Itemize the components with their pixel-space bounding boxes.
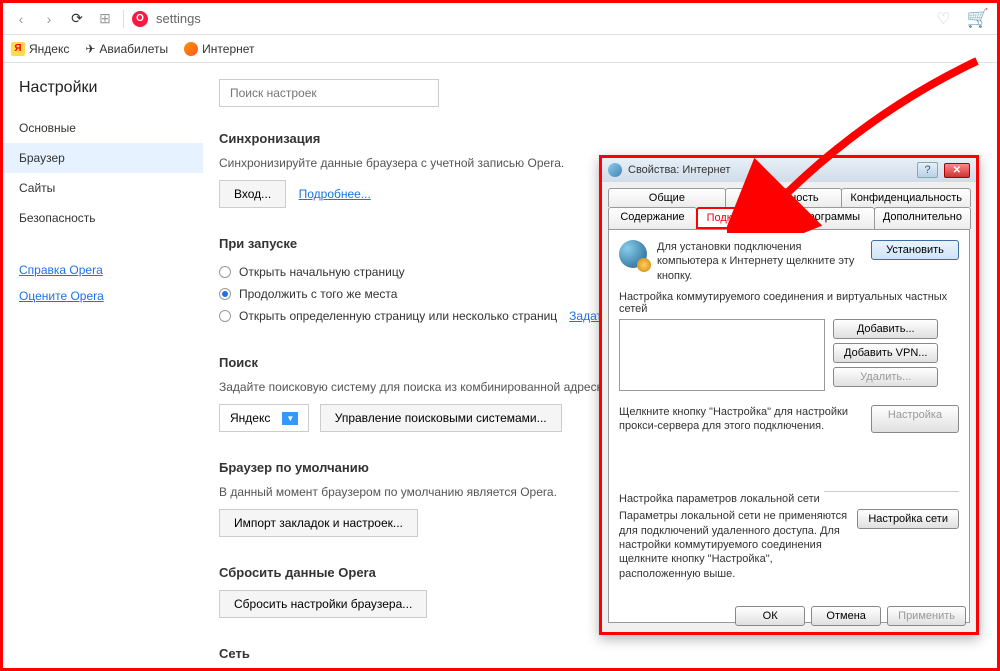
sidebar-title: Настройки [3, 79, 203, 113]
section-title: Сеть [219, 646, 981, 661]
close-button[interactable]: ✕ [944, 163, 970, 178]
globe-icon [608, 163, 622, 177]
help-button[interactable]: ? [917, 162, 937, 178]
browser-toolbar: ‹ › ⟳ ⊞ O settings ♡ 🛒 [3, 3, 997, 35]
tab-connections[interactable]: Подключения [696, 207, 787, 229]
firefox-icon [184, 42, 198, 56]
login-button[interactable]: Вход... [219, 180, 286, 208]
apply-button[interactable]: Применить [887, 606, 966, 626]
dialog-tabs: Общие Безопасность Конфиденциальность Со… [602, 182, 976, 229]
bookmark-label: Авиабилеты [99, 42, 168, 56]
connections-listbox[interactable] [619, 319, 825, 391]
dialog-titlebar[interactable]: Свойства: Интернет ? ✕ [602, 158, 976, 182]
sidebar-item-security[interactable]: Безопасность [3, 203, 203, 233]
add-button[interactable]: Добавить... [833, 319, 938, 339]
dialog-title: Свойства: Интернет [628, 164, 911, 176]
section-title: Синхронизация [219, 131, 981, 146]
search-engine-select[interactable]: Яндекс▼ [219, 404, 309, 432]
yandex-icon: Я [11, 42, 25, 56]
sidebar-item-basic[interactable]: Основные [3, 113, 203, 143]
bookmark-label: Интернет [202, 42, 254, 56]
radio-icon [219, 310, 231, 322]
bookmark-label: Яндекс [29, 42, 69, 56]
tab-security[interactable]: Безопасность [725, 188, 843, 207]
radio-icon [219, 288, 231, 300]
delete-button[interactable]: Удалить... [833, 367, 938, 387]
bookmark-internet[interactable]: Интернет [184, 42, 254, 56]
dialup-label: Настройка коммутируемого соединения и ви… [619, 291, 955, 315]
bookmark-yandex[interactable]: Я Яндекс [11, 42, 69, 56]
sidebar-link-rate[interactable]: Оцените Opera [3, 283, 203, 309]
section-network: Сеть Opera использует системные настройк… [219, 646, 981, 668]
dialog-body: Для установки подключения компьютера к И… [608, 229, 970, 623]
back-button[interactable]: ‹ [11, 9, 31, 29]
sidebar-item-browser[interactable]: Браузер [3, 143, 203, 173]
sidebar-item-sites[interactable]: Сайты [3, 173, 203, 203]
tab-advanced[interactable]: Дополнительно [874, 207, 971, 229]
reload-button[interactable]: ⟳ [67, 9, 87, 29]
tab-content[interactable]: Содержание [608, 207, 697, 229]
plane-icon: ✈ [85, 42, 95, 56]
sync-more-link[interactable]: Подробнее... [299, 187, 371, 201]
reset-button[interactable]: Сбросить настройки браузера... [219, 590, 427, 618]
settings-sidebar: Настройки Основные Браузер Сайты Безопас… [3, 63, 203, 668]
add-vpn-button[interactable]: Добавить VPN... [833, 343, 938, 363]
import-bookmarks-button[interactable]: Импорт закладок и настроек... [219, 509, 418, 537]
cart-icon[interactable]: 🛒 [967, 8, 989, 29]
manage-search-button[interactable]: Управление поисковыми системами... [320, 404, 562, 432]
sidebar-link-help[interactable]: Справка Opera [3, 257, 203, 283]
install-button[interactable]: Установить [871, 240, 959, 260]
ok-button[interactable]: ОК [735, 606, 805, 626]
tab-programs[interactable]: Программы [786, 207, 875, 229]
internet-properties-dialog: Свойства: Интернет ? ✕ Общие Безопасност… [599, 155, 979, 635]
cancel-button[interactable]: Отмена [811, 606, 881, 626]
tab-general[interactable]: Общие [608, 188, 726, 207]
forward-button[interactable]: › [39, 9, 59, 29]
bookmark-avia[interactable]: ✈ Авиабилеты [85, 42, 168, 56]
chevron-down-icon: ▼ [282, 412, 298, 425]
bookmarks-bar: Я Яндекс ✈ Авиабилеты Интернет [3, 35, 997, 63]
setup-text: Для установки подключения компьютера к И… [657, 240, 861, 283]
connection-globe-icon [619, 240, 647, 268]
config-button[interactable]: Настройка [871, 405, 959, 434]
lan-label: Настройка параметров локальной сети [619, 493, 820, 505]
opera-icon: O [132, 11, 148, 27]
speed-dial-button[interactable]: ⊞ [95, 9, 115, 29]
dialog-footer: ОК Отмена Применить [735, 606, 966, 626]
tab-privacy[interactable]: Конфиденциальность [841, 188, 971, 207]
proxy-desc: Щелкните кнопку "Настройка" для настройк… [619, 405, 863, 434]
lan-settings-button[interactable]: Настройка сети [857, 509, 959, 529]
lan-desc: Параметры локальной сети не применяются … [619, 509, 849, 580]
search-settings-input[interactable] [219, 79, 439, 107]
bookmark-heart-icon[interactable]: ♡ [936, 9, 950, 29]
radio-icon [219, 266, 231, 278]
url-bar[interactable]: settings [156, 11, 928, 26]
